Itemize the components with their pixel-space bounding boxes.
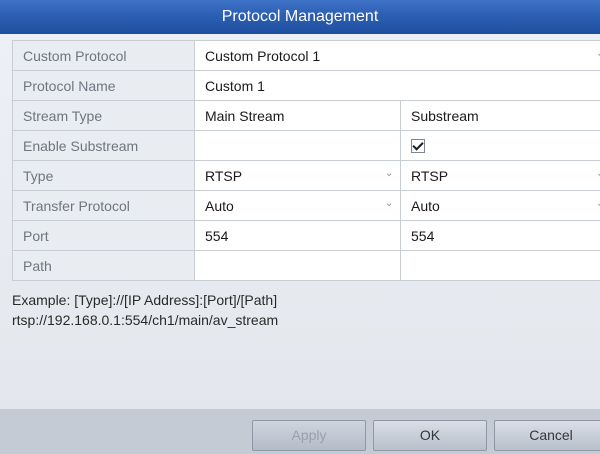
port-label: Port bbox=[12, 220, 195, 251]
substream-header: Substream bbox=[400, 100, 600, 131]
main-stream-header: Main Stream bbox=[194, 100, 401, 131]
protocol-name-input[interactable]: Custom 1 bbox=[194, 70, 600, 101]
type-label: Type bbox=[12, 160, 195, 191]
sub-port-input[interactable]: 554 bbox=[400, 220, 600, 251]
chevron-down-icon: ⌄ bbox=[385, 198, 394, 209]
main-transfer-value: Auto bbox=[205, 197, 234, 214]
sub-type-value: RTSP bbox=[411, 167, 449, 184]
apply-button[interactable]: Apply bbox=[252, 420, 366, 451]
path-label: Path bbox=[12, 250, 195, 281]
chevron-down-icon: ⌄ bbox=[596, 199, 600, 209]
row-enable-substream: Enable Substream bbox=[12, 130, 600, 161]
main-transfer-select[interactable]: Auto ⌄ bbox=[194, 190, 401, 221]
button-bar: Apply OK Cancel bbox=[0, 409, 600, 454]
main-path-input[interactable] bbox=[194, 250, 401, 281]
row-port: Port 554 554 bbox=[12, 220, 600, 251]
chevron-down-icon: ⌄ bbox=[385, 168, 394, 179]
enable-substream-label: Enable Substream bbox=[12, 130, 195, 161]
enable-substream-main-empty bbox=[194, 130, 401, 161]
enable-substream-checkbox[interactable] bbox=[411, 138, 425, 153]
cancel-button[interactable]: Cancel bbox=[494, 420, 600, 451]
row-custom-protocol: Custom Protocol Custom Protocol 1 ⌄ bbox=[12, 40, 600, 71]
chevron-down-icon: ⌄ bbox=[596, 169, 600, 179]
dialog-title: Protocol Management bbox=[0, 0, 600, 34]
row-protocol-name: Protocol Name Custom 1 bbox=[12, 70, 600, 101]
custom-protocol-value: Custom Protocol 1 bbox=[205, 47, 321, 64]
custom-protocol-label: Custom Protocol bbox=[12, 40, 195, 71]
sub-type-select[interactable]: RTSP ⌄ bbox=[400, 160, 600, 191]
main-port-input[interactable]: 554 bbox=[194, 220, 401, 251]
chevron-down-icon: ⌄ bbox=[596, 49, 600, 59]
enable-substream-cell bbox=[400, 130, 600, 161]
sub-path-input[interactable] bbox=[400, 250, 600, 281]
protocol-form: Custom Protocol Custom Protocol 1 ⌄ Prot… bbox=[12, 40, 600, 281]
main-type-select[interactable]: RTSP ⌄ bbox=[194, 160, 401, 191]
example-format: Example: [Type]://[IP Address]:[Port]/[P… bbox=[12, 292, 278, 308]
row-stream-type: Stream Type Main Stream Substream bbox=[12, 100, 600, 131]
stream-type-label: Stream Type bbox=[12, 100, 195, 131]
protocol-table: Custom Protocol Custom Protocol 1 ⌄ Prot… bbox=[12, 40, 600, 281]
row-path: Path bbox=[12, 250, 600, 281]
main-type-value: RTSP bbox=[205, 167, 243, 184]
sub-transfer-select[interactable]: Auto ⌄ bbox=[400, 190, 600, 221]
protocol-name-label: Protocol Name bbox=[12, 70, 195, 101]
row-transfer-protocol: Transfer Protocol Auto ⌄ Auto ⌄ bbox=[12, 190, 600, 221]
sub-transfer-value: Auto bbox=[411, 197, 440, 214]
transfer-protocol-label: Transfer Protocol bbox=[12, 190, 195, 221]
example-text: Example: [Type]://[IP Address]:[Port]/[P… bbox=[12, 290, 278, 330]
row-type: Type RTSP ⌄ RTSP ⌄ bbox=[12, 160, 600, 191]
protocol-management-dialog: Protocol Management Custom Protocol Cust… bbox=[0, 0, 600, 454]
custom-protocol-select[interactable]: Custom Protocol 1 ⌄ bbox=[194, 40, 600, 71]
example-url: rtsp://192.168.0.1:554/ch1/main/av_strea… bbox=[12, 312, 279, 328]
ok-button[interactable]: OK bbox=[373, 420, 487, 451]
